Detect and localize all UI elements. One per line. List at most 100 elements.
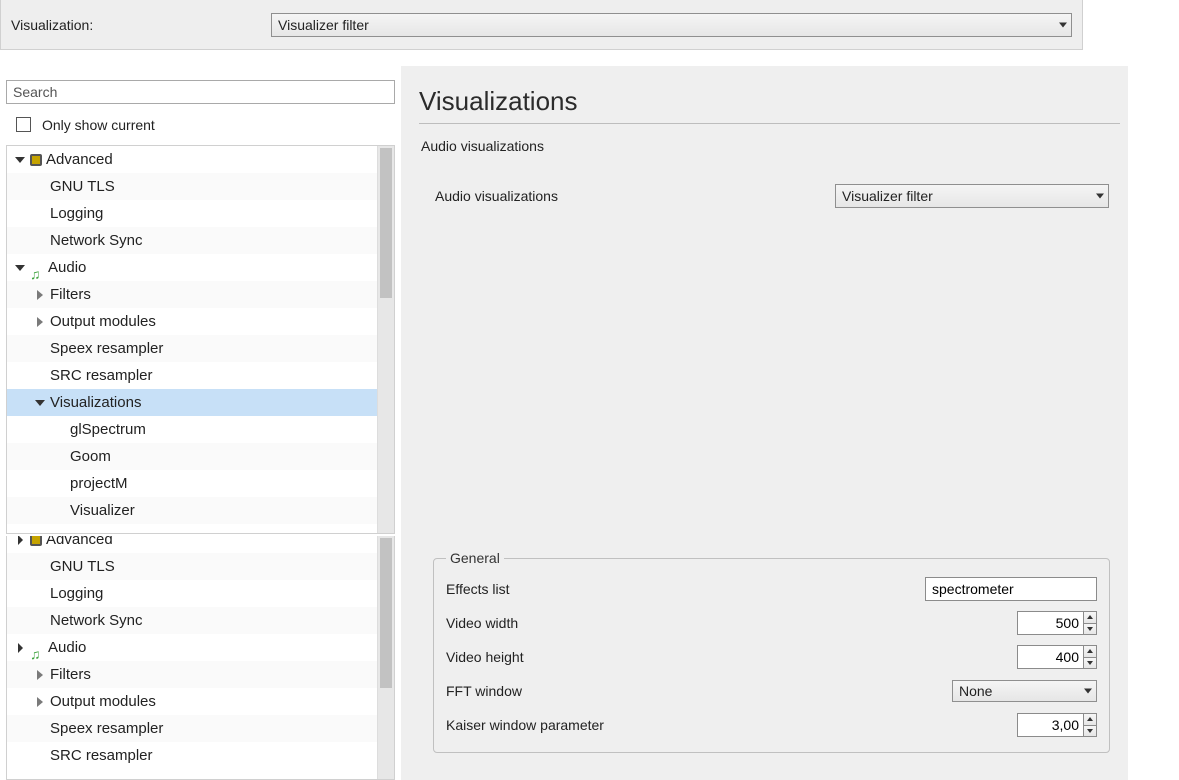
video-width-label: Video width — [446, 615, 1017, 631]
caret-right-icon[interactable] — [33, 288, 47, 302]
kaiser-spinner[interactable] — [1083, 713, 1097, 737]
caret-down-icon[interactable] — [13, 153, 27, 167]
scroll-thumb[interactable] — [380, 148, 392, 298]
video-width-row: Video width — [446, 606, 1097, 640]
caret-none — [53, 423, 67, 437]
tree-item-label: Filters — [50, 281, 91, 308]
effects-list-input[interactable] — [925, 577, 1097, 601]
video-width-spinner[interactable] — [1083, 611, 1097, 635]
scroll-thumb[interactable] — [380, 538, 392, 688]
visualization-combo[interactable]: Visualizer filter — [271, 13, 1072, 37]
preferences-tree[interactable]: AdvancedGNU TLSLoggingNetwork Sync ♫ Audio… — [7, 146, 394, 524]
audio-visualizations-combo[interactable]: Visualizer filter — [835, 184, 1109, 208]
effects-list-row: Effects list — [446, 572, 1097, 606]
chevron-down-icon — [1059, 22, 1067, 27]
tree-item-speex-resampler[interactable]: Speex resampler — [7, 335, 394, 362]
scrollbar[interactable] — [377, 146, 394, 533]
tree-item-gnu-tls[interactable]: GNU TLS — [7, 553, 394, 580]
audio-note-icon: ♫ — [30, 261, 44, 275]
settings-panel: Visualizations Audio visualizations Audi… — [401, 66, 1128, 536]
tree-item-label: Speex resampler — [50, 715, 163, 742]
caret-none — [33, 749, 47, 763]
section-subhead: Audio visualizations — [421, 138, 1120, 154]
caret-none — [33, 180, 47, 194]
tree-item-label: GNU TLS — [50, 553, 115, 580]
tree-box: AdvancedGNU TLSLoggingNetwork Sync ♫ Audio… — [6, 145, 395, 534]
tree-item-audio[interactable]: ♫ Audio — [7, 254, 394, 281]
video-height-label: Video height — [446, 649, 1017, 665]
tree-item-network-sync[interactable]: Network Sync — [7, 227, 394, 254]
kaiser-row: Kaiser window parameter — [446, 708, 1097, 742]
video-height-input[interactable] — [1017, 645, 1083, 669]
tree-item-label: Output modules — [50, 688, 156, 715]
kaiser-label: Kaiser window parameter — [446, 717, 1017, 733]
tree-item-goom[interactable]: Goom — [7, 443, 394, 470]
tree-item-label: Logging — [50, 580, 103, 607]
caret-right-icon[interactable] — [13, 536, 27, 547]
scrollbar[interactable] — [377, 536, 394, 779]
visualizer-settings-panel: General Effects list Video width Video h… — [401, 536, 1128, 780]
caret-none — [33, 587, 47, 601]
tree-item-network-sync[interactable]: Network Sync — [7, 607, 394, 634]
caret-right-icon[interactable] — [33, 315, 47, 329]
spin-down-icon[interactable] — [1084, 624, 1096, 635]
tree-item-visualizations[interactable]: Visualizations — [7, 389, 394, 416]
spin-down-icon[interactable] — [1084, 726, 1096, 737]
caret-down-icon[interactable] — [13, 261, 27, 275]
prefs-region-visualizer-detail: AdvancedGNU TLSLoggingNetwork Sync♫Audio… — [0, 536, 1128, 780]
caret-none — [33, 234, 47, 248]
tree-item-output-modules[interactable]: Output modules — [7, 688, 394, 715]
spin-down-icon[interactable] — [1084, 658, 1096, 669]
audio-visualizations-label: Audio visualizations — [435, 188, 835, 204]
tree-item-label: GNU TLS — [50, 173, 115, 200]
visualization-label: Visualization: — [11, 17, 271, 33]
tree-item-glspectrum[interactable]: glSpectrum — [7, 416, 394, 443]
general-legend: General — [446, 550, 504, 566]
spin-up-icon[interactable] — [1084, 612, 1096, 624]
spin-up-icon[interactable] — [1084, 714, 1096, 726]
tree-item-speex-resampler[interactable]: Speex resampler — [7, 715, 394, 742]
tree-item-output-modules[interactable]: Output modules — [7, 308, 394, 335]
visualization-combo-value: Visualizer filter — [278, 17, 369, 33]
caret-right-icon[interactable] — [33, 695, 47, 709]
tree-item-src-resampler[interactable]: SRC resampler — [7, 362, 394, 389]
tree-item-advanced[interactable]: Advanced — [7, 146, 394, 173]
kaiser-input[interactable] — [1017, 713, 1083, 737]
tree-item-label: Goom — [70, 443, 111, 470]
tree-item-label: Filters — [50, 661, 91, 688]
top-strip: Visualization: Visualizer filter — [0, 0, 1083, 50]
tree-item-filters[interactable]: Filters — [7, 281, 394, 308]
tree-item-label: glSpectrum — [70, 416, 146, 443]
tree-item-gnu-tls[interactable]: GNU TLS — [7, 173, 394, 200]
tree-item-label: SRC resampler — [50, 742, 153, 769]
fft-window-combo[interactable]: None — [952, 680, 1097, 702]
preferences-tree-lower[interactable]: AdvancedGNU TLSLoggingNetwork Sync♫Audio… — [7, 536, 394, 769]
tree-item-label: Audio — [48, 254, 86, 281]
tree-item-logging[interactable]: Logging — [7, 200, 394, 227]
search-input[interactable] — [6, 80, 395, 104]
video-height-spinner[interactable] — [1083, 645, 1097, 669]
caret-right-icon[interactable] — [33, 668, 47, 682]
only-show-current-checkbox[interactable] — [16, 117, 31, 132]
tree-item-label: Advanced — [46, 536, 113, 553]
tree-item-advanced[interactable]: Advanced — [7, 536, 394, 553]
tree-item-audio[interactable]: ♫Audio — [7, 634, 394, 661]
tree-item-filters[interactable]: Filters — [7, 661, 394, 688]
video-height-row: Video height — [446, 640, 1097, 674]
divider — [419, 123, 1120, 124]
caret-down-icon[interactable] — [33, 396, 47, 410]
tree-item-logging[interactable]: Logging — [7, 580, 394, 607]
spin-up-icon[interactable] — [1084, 646, 1096, 658]
only-show-current-row[interactable]: Only show current — [0, 110, 401, 145]
chip-icon — [30, 154, 42, 166]
tree-item-projectm[interactable]: projectM — [7, 470, 394, 497]
audio-visualizations-combo-value: Visualizer filter — [842, 188, 933, 204]
tree-item-src-resampler[interactable]: SRC resampler — [7, 742, 394, 769]
video-width-input[interactable] — [1017, 611, 1083, 635]
tree-item-visualizer[interactable]: Visualizer — [7, 497, 394, 524]
caret-none — [53, 504, 67, 518]
effects-list-label: Effects list — [446, 581, 925, 597]
chip-icon — [30, 536, 42, 546]
caret-right-icon[interactable] — [13, 641, 27, 655]
tree-panel: Only show current AdvancedGNU TLSLogging… — [0, 66, 401, 536]
